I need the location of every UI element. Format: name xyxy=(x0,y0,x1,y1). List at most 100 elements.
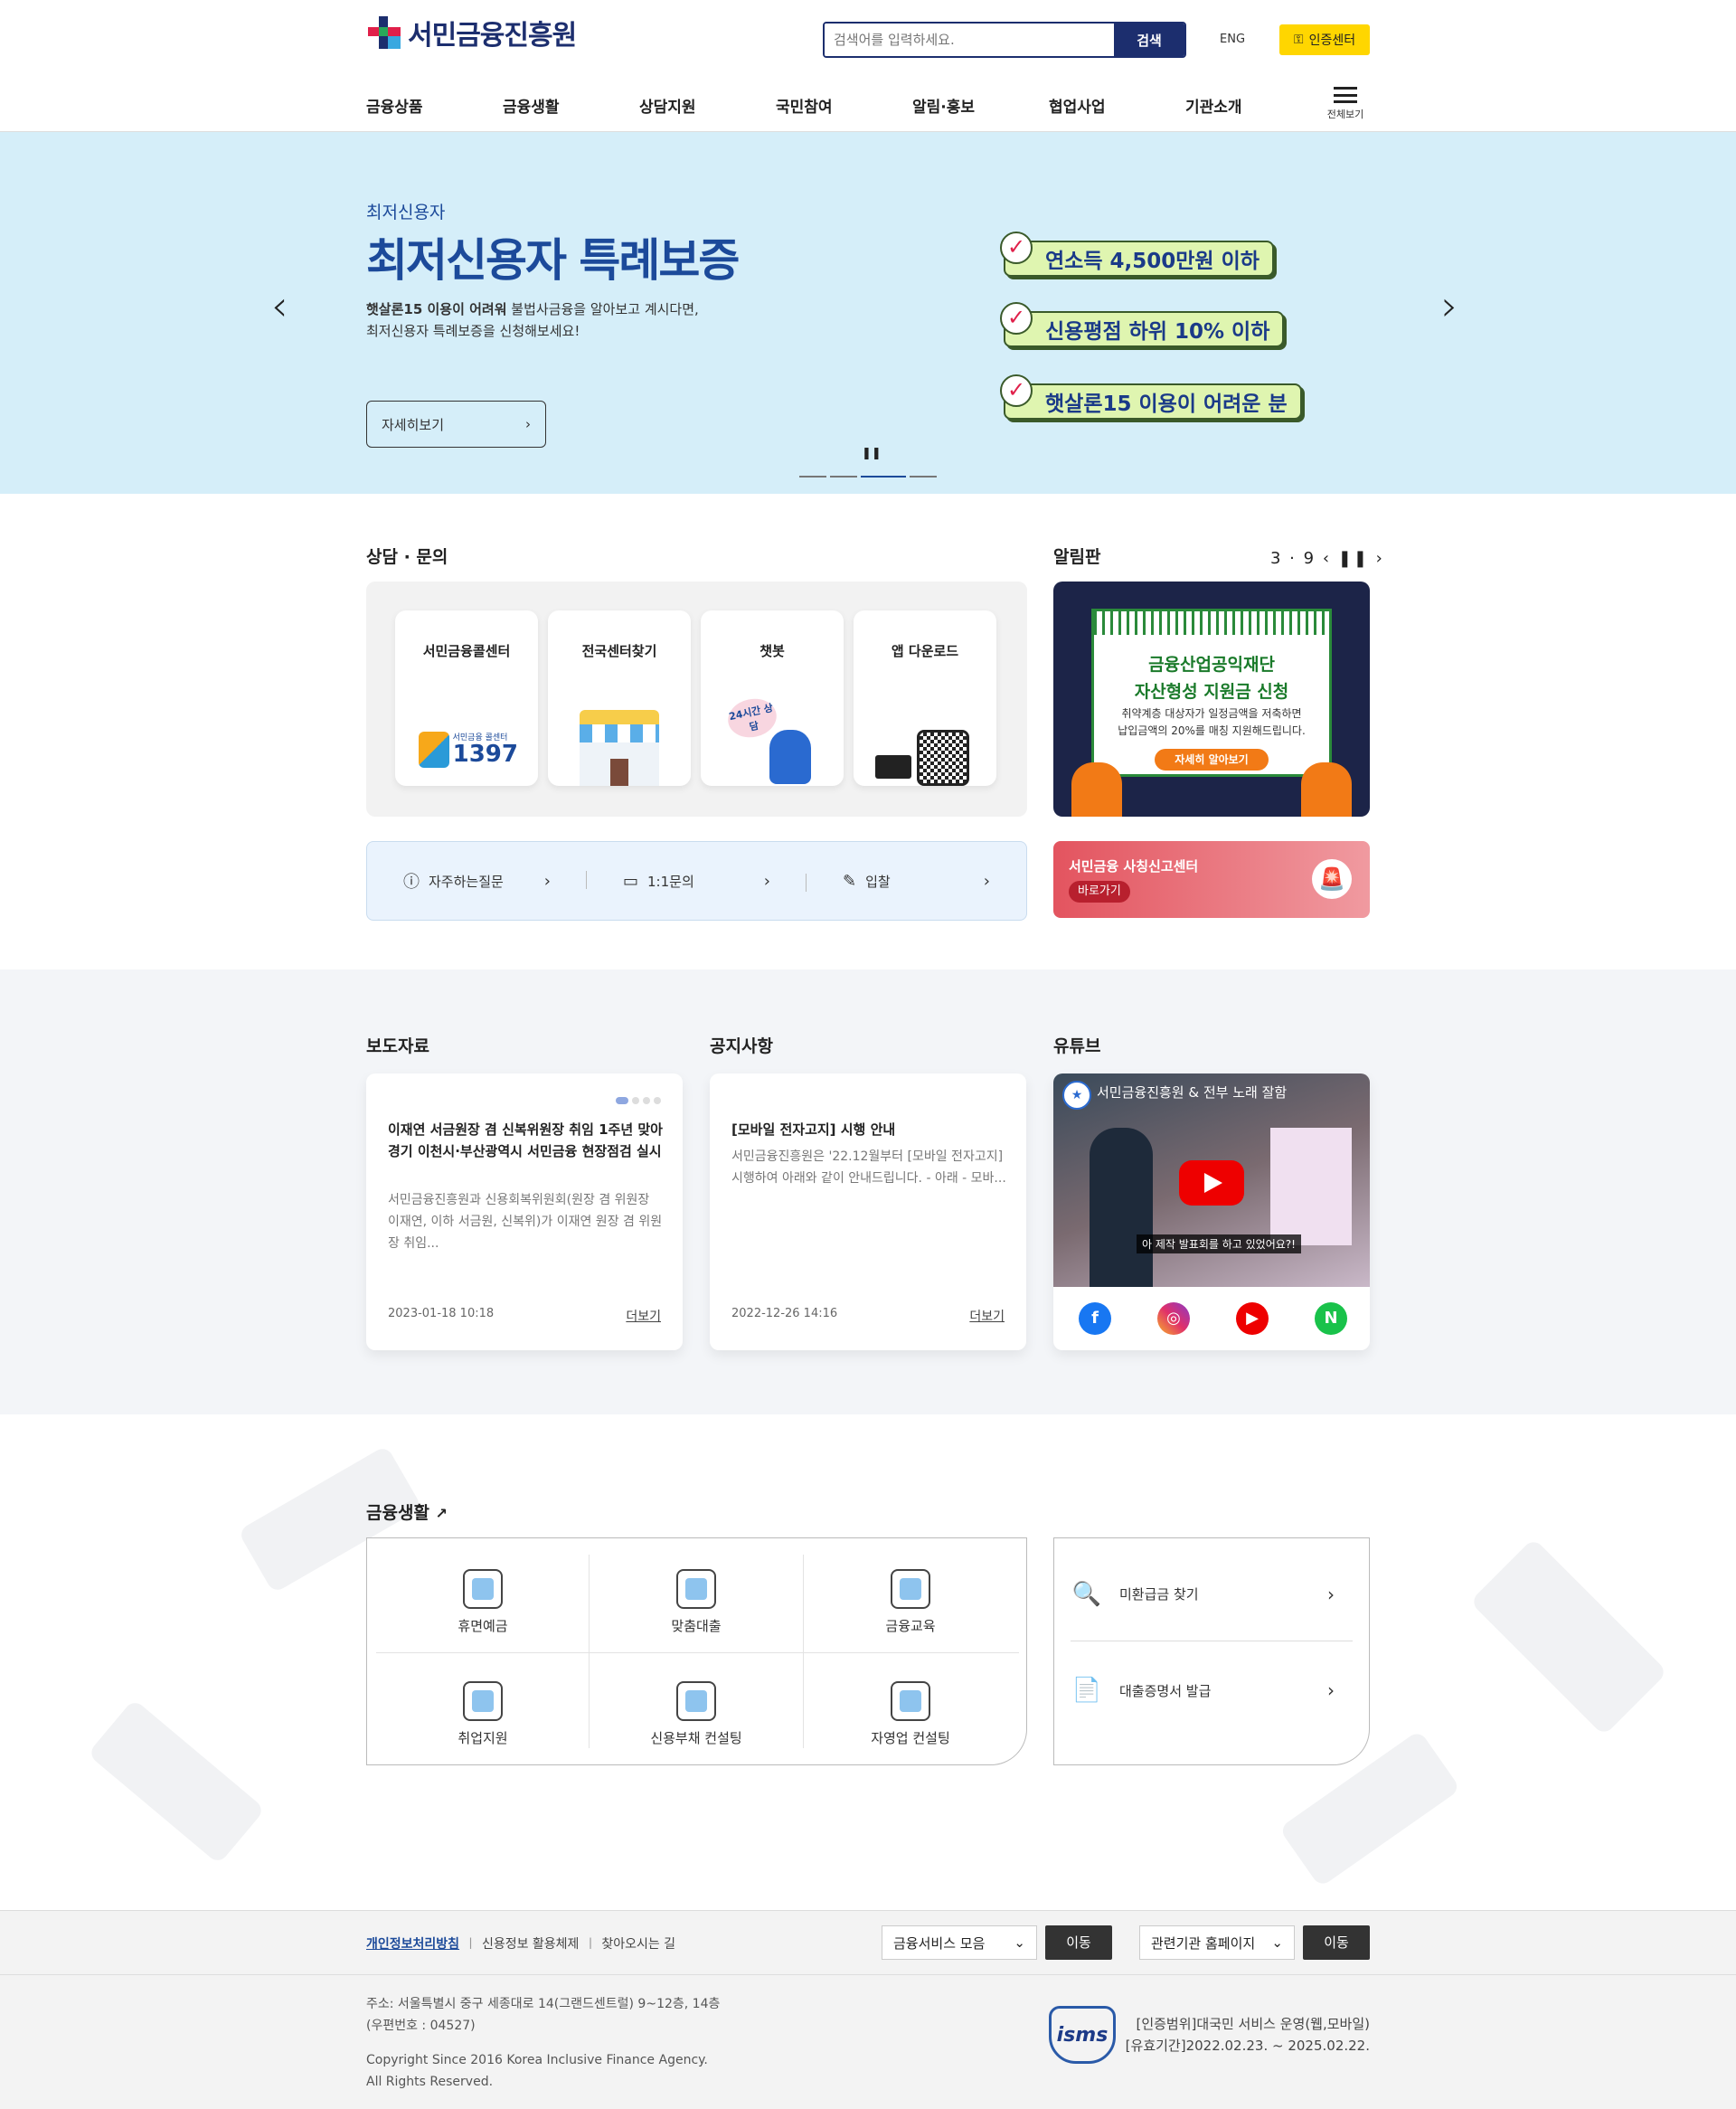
site-logo[interactable]: 서민금융진흥원 xyxy=(366,13,577,52)
slide-dot[interactable] xyxy=(910,476,937,478)
pause-icon[interactable]: ❚❚ xyxy=(862,447,882,460)
life-title: 금융생활 ↗ xyxy=(366,1499,448,1524)
isms-cert-scope: [인증범위]대국민 서비스 운영(웹,모바일) xyxy=(1136,2016,1370,2032)
hamburger-icon xyxy=(1334,87,1357,103)
life-item-dormant-deposit[interactable]: 휴면예금 xyxy=(376,1542,590,1649)
app-download-card[interactable]: 앱 다운로드 xyxy=(854,610,996,786)
consult-panel: 서민금융콜센터 서민금융 콜센터 1397 전국센터찾기 챗봇 24시간 상담 … xyxy=(366,582,1027,817)
search-button[interactable]: 검색 xyxy=(1114,24,1184,56)
credit-info-link[interactable]: 신용정보 활용체제 xyxy=(482,1937,580,1952)
side-item-label: 대출증명서 발급 xyxy=(1119,1682,1212,1699)
related-site-select[interactable]: 관련기관 홈페이지 ⌄ xyxy=(1139,1925,1295,1960)
life-item-business-consulting[interactable]: 자영업 컨설팅 xyxy=(804,1654,1017,1761)
directions-link[interactable]: 찾아오시는 길 xyxy=(601,1937,675,1952)
callcenter-card[interactable]: 서민금융콜센터 서민금융 콜센터 1397 xyxy=(395,610,538,786)
chevron-right-icon: › xyxy=(525,416,531,432)
notice-date: 2022-12-26 14:16 xyxy=(731,1307,838,1320)
nav-item-life[interactable]: 금융생활 xyxy=(503,94,639,117)
life-item-education[interactable]: 금융교육 xyxy=(804,1542,1017,1649)
all-menu-button[interactable]: 전체보기 xyxy=(1326,87,1365,121)
cert-center-button[interactable]: ⚿ 인증센터 xyxy=(1279,24,1370,55)
quick-links: ⓘ 자주하는질문 › ▭ 1:1문의 › ✎ 입찰 › xyxy=(366,841,1027,921)
slide-dot[interactable] xyxy=(861,476,906,478)
next-icon[interactable]: › xyxy=(1376,549,1384,568)
prev-icon[interactable]: ‹ xyxy=(1323,549,1331,568)
life-item-debt-consulting[interactable]: 신용부채 컨설팅 xyxy=(590,1654,803,1761)
press-desc: 서민금융진흥원과 신용회복위원회(원장 겸 위원장 이재연, 이하 서금원, 신… xyxy=(388,1193,663,1251)
inquiry-link[interactable]: ▭ 1:1문의 › xyxy=(587,872,807,892)
youtube-video[interactable]: ★ 서민금융진흥원 & 전부 노래 잘함 아 제작 발표회를 하고 있었어요?! xyxy=(1053,1073,1370,1287)
life-item-custom-loan[interactable]: 맞춤대출 xyxy=(590,1542,803,1649)
nav-item-products[interactable]: 금융상품 xyxy=(366,94,503,117)
eng-link[interactable]: ENG xyxy=(1220,33,1245,46)
hero-pill: ✓ 연소득 4,500만원 이하 xyxy=(1000,232,1274,277)
related-site-go-button[interactable]: 이동 xyxy=(1303,1925,1370,1960)
card-label: 전국센터찾기 xyxy=(581,643,657,659)
pause-icon[interactable]: ❚❚ xyxy=(1338,549,1369,568)
life-item-label: 자영업 컨설팅 xyxy=(871,1730,950,1746)
chatbot-card[interactable]: 챗봇 24시간 상담 xyxy=(701,610,844,786)
facebook-icon[interactable]: f xyxy=(1079,1302,1111,1335)
footer-links-bar: 개인정보처리방침 ㅣ 신용정보 활용체제 ㅣ 찾아오시는 길 금융서비스 모음 ⌄ 이동 … xyxy=(0,1910,1736,1975)
faq-link[interactable]: ⓘ 자주하는질문 › xyxy=(367,869,587,893)
phone-icon xyxy=(419,732,449,768)
loan-certificate-link[interactable]: 📄 대출증명서 발급 › xyxy=(1071,1643,1353,1737)
nav-item-cooperation[interactable]: 협업사업 xyxy=(1049,94,1185,117)
life-item-label: 맞춤대출 xyxy=(671,1618,722,1634)
hero-desc-bold: 햇살론15 이용이 어려워 xyxy=(366,301,507,317)
board-title-line1: 금융산업공익재단 xyxy=(1148,655,1275,675)
chevron-down-icon: ⌄ xyxy=(1271,1934,1283,1951)
notice-headline[interactable]: [모바일 전자고지] 시행 안내 xyxy=(731,1119,1008,1140)
nav-item-consult[interactable]: 상담지원 xyxy=(639,94,776,117)
hero-description: 햇살론15 이용이 어려워 불법사금융을 알아보고 계시다면, 최저신용자 특례… xyxy=(366,298,782,342)
copyright: Copyright Since 2016 Korea Inclusive Fin… xyxy=(366,2049,708,2093)
slide-dot[interactable] xyxy=(799,476,826,478)
service-select-value: 금융서비스 모음 xyxy=(893,1934,986,1952)
bid-link[interactable]: ✎ 입찰 › xyxy=(807,872,1026,891)
hero-desc-rest: 불법사금융을 알아보고 계시다면, xyxy=(506,301,699,317)
briefcase-icon xyxy=(463,1681,503,1721)
unpaid-refund-link[interactable]: 🔍 미환급금 찾기 › xyxy=(1071,1547,1353,1641)
checkmark-icon: ✓ xyxy=(1000,302,1033,335)
inquiry-label: 1:1문의 xyxy=(647,873,694,890)
service-go-button[interactable]: 이동 xyxy=(1045,1925,1112,1960)
life-title-label: 금융생활 xyxy=(366,1503,429,1523)
nav-item-about[interactable]: 기관소개 xyxy=(1185,94,1322,117)
life-menu-panel: 휴면예금 맞춤대출 금융교육 취업지원 신용부채 컨설팅 자영업 컨설팅 xyxy=(366,1537,1027,1765)
site-header: 서민금융진흥원 검색 ENG ⚿ 인증센터 금융상품 금융생활 상담지원 국민참… xyxy=(0,0,1736,132)
certificate-icon: 📄 xyxy=(1071,1677,1102,1704)
youtube-icon[interactable]: ▶ xyxy=(1236,1302,1269,1335)
prev-slide-arrow-icon[interactable]: ‹ xyxy=(271,281,288,330)
life-item-employment[interactable]: 취업지원 xyxy=(376,1654,590,1761)
hero-more-button[interactable]: 자세히보기 › xyxy=(366,401,546,448)
chevron-right-icon: › xyxy=(1327,1583,1335,1605)
hero-more-label: 자세히보기 xyxy=(382,416,445,433)
callcenter-number: 1397 xyxy=(452,740,518,768)
instagram-icon[interactable]: ◎ xyxy=(1157,1302,1190,1335)
notice-card: [모바일 전자고지] 시행 안내 서민금융진흥원은 '22.12월부터 [모바일… xyxy=(710,1073,1026,1350)
service-select[interactable]: 금융서비스 모음 ⌄ xyxy=(882,1925,1037,1960)
search-form: 검색 xyxy=(823,22,1186,58)
play-icon xyxy=(1179,1160,1244,1206)
privacy-policy-link[interactable]: 개인정보처리방침 xyxy=(366,1937,459,1952)
main-nav: 금융상품 금융생활 상담지원 국민참여 알림·홍보 협업사업 기관소개 xyxy=(366,94,1322,117)
hero-banner: 최저신용자 최저신용자 특례보증 햇살론15 이용이 어려워 불법사금융을 알아… xyxy=(0,132,1736,494)
report-center-banner[interactable]: 서민금융 사칭신고센터 바로가기 🚨 xyxy=(1053,841,1370,918)
background-decoration xyxy=(87,1698,266,1865)
life-item-label: 휴면예금 xyxy=(458,1618,508,1634)
noticeboard-banner[interactable]: 금융산업공익재단 자산형성 지원금 신청 취약계층 대상자가 일정금액을 저축하… xyxy=(1053,582,1370,817)
piggy-bank-icon xyxy=(463,1569,503,1609)
notice-more-link[interactable]: 더보기 xyxy=(969,1307,1005,1325)
naver-blog-icon[interactable]: N xyxy=(1315,1302,1347,1335)
center-find-card[interactable]: 전국센터찾기 xyxy=(548,610,691,786)
nav-item-participation[interactable]: 국민참여 xyxy=(776,94,912,117)
related-site-select-value: 관련기관 홈페이지 xyxy=(1151,1934,1256,1952)
video-title: 서민금융진흥원 & 전부 노래 잘함 xyxy=(1097,1084,1288,1101)
search-input[interactable] xyxy=(825,24,1114,56)
next-slide-arrow-icon[interactable]: › xyxy=(1441,281,1458,330)
slide-dot[interactable] xyxy=(830,476,857,478)
nav-item-news[interactable]: 알림·홍보 xyxy=(912,94,1049,117)
press-headline[interactable]: 이재연 서금원장 겸 신복위원장 취임 1주년 맞아 경기 이천시·부산광역시 … xyxy=(388,1119,665,1162)
hero-subtitle: 최저신용자 xyxy=(366,203,446,222)
press-more-link[interactable]: 더보기 xyxy=(626,1307,661,1325)
